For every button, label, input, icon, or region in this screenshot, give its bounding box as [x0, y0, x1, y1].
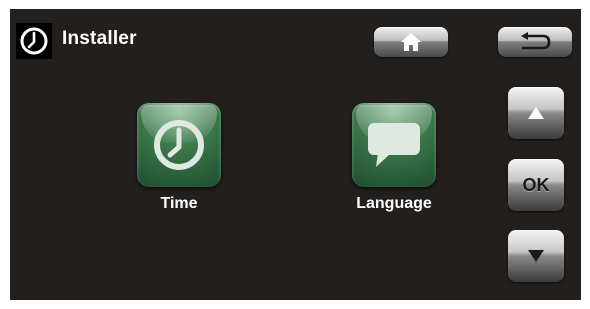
language-menu-label: Language [356, 195, 432, 212]
time-menu-tile[interactable] [137, 103, 221, 187]
ok-button[interactable]: OK [508, 159, 564, 211]
home-icon [401, 33, 421, 51]
home-button[interactable] [374, 27, 448, 57]
page-title: Installer [62, 28, 137, 49]
clock-icon [154, 120, 204, 170]
back-arrow-icon [521, 32, 551, 50]
arrow-up-icon [528, 107, 544, 119]
arrow-down-icon [528, 250, 544, 262]
ok-label: OK [522, 174, 550, 195]
time-menu-label: Time [160, 195, 198, 212]
scroll-down-button[interactable] [508, 230, 564, 282]
speech-bubble-icon [368, 123, 420, 167]
scroll-up-button[interactable] [508, 87, 564, 139]
back-button[interactable] [498, 27, 572, 57]
installer-screen: Installer Time Language OK [10, 9, 581, 300]
clock-icon [16, 23, 52, 59]
language-menu-tile[interactable] [352, 103, 436, 187]
